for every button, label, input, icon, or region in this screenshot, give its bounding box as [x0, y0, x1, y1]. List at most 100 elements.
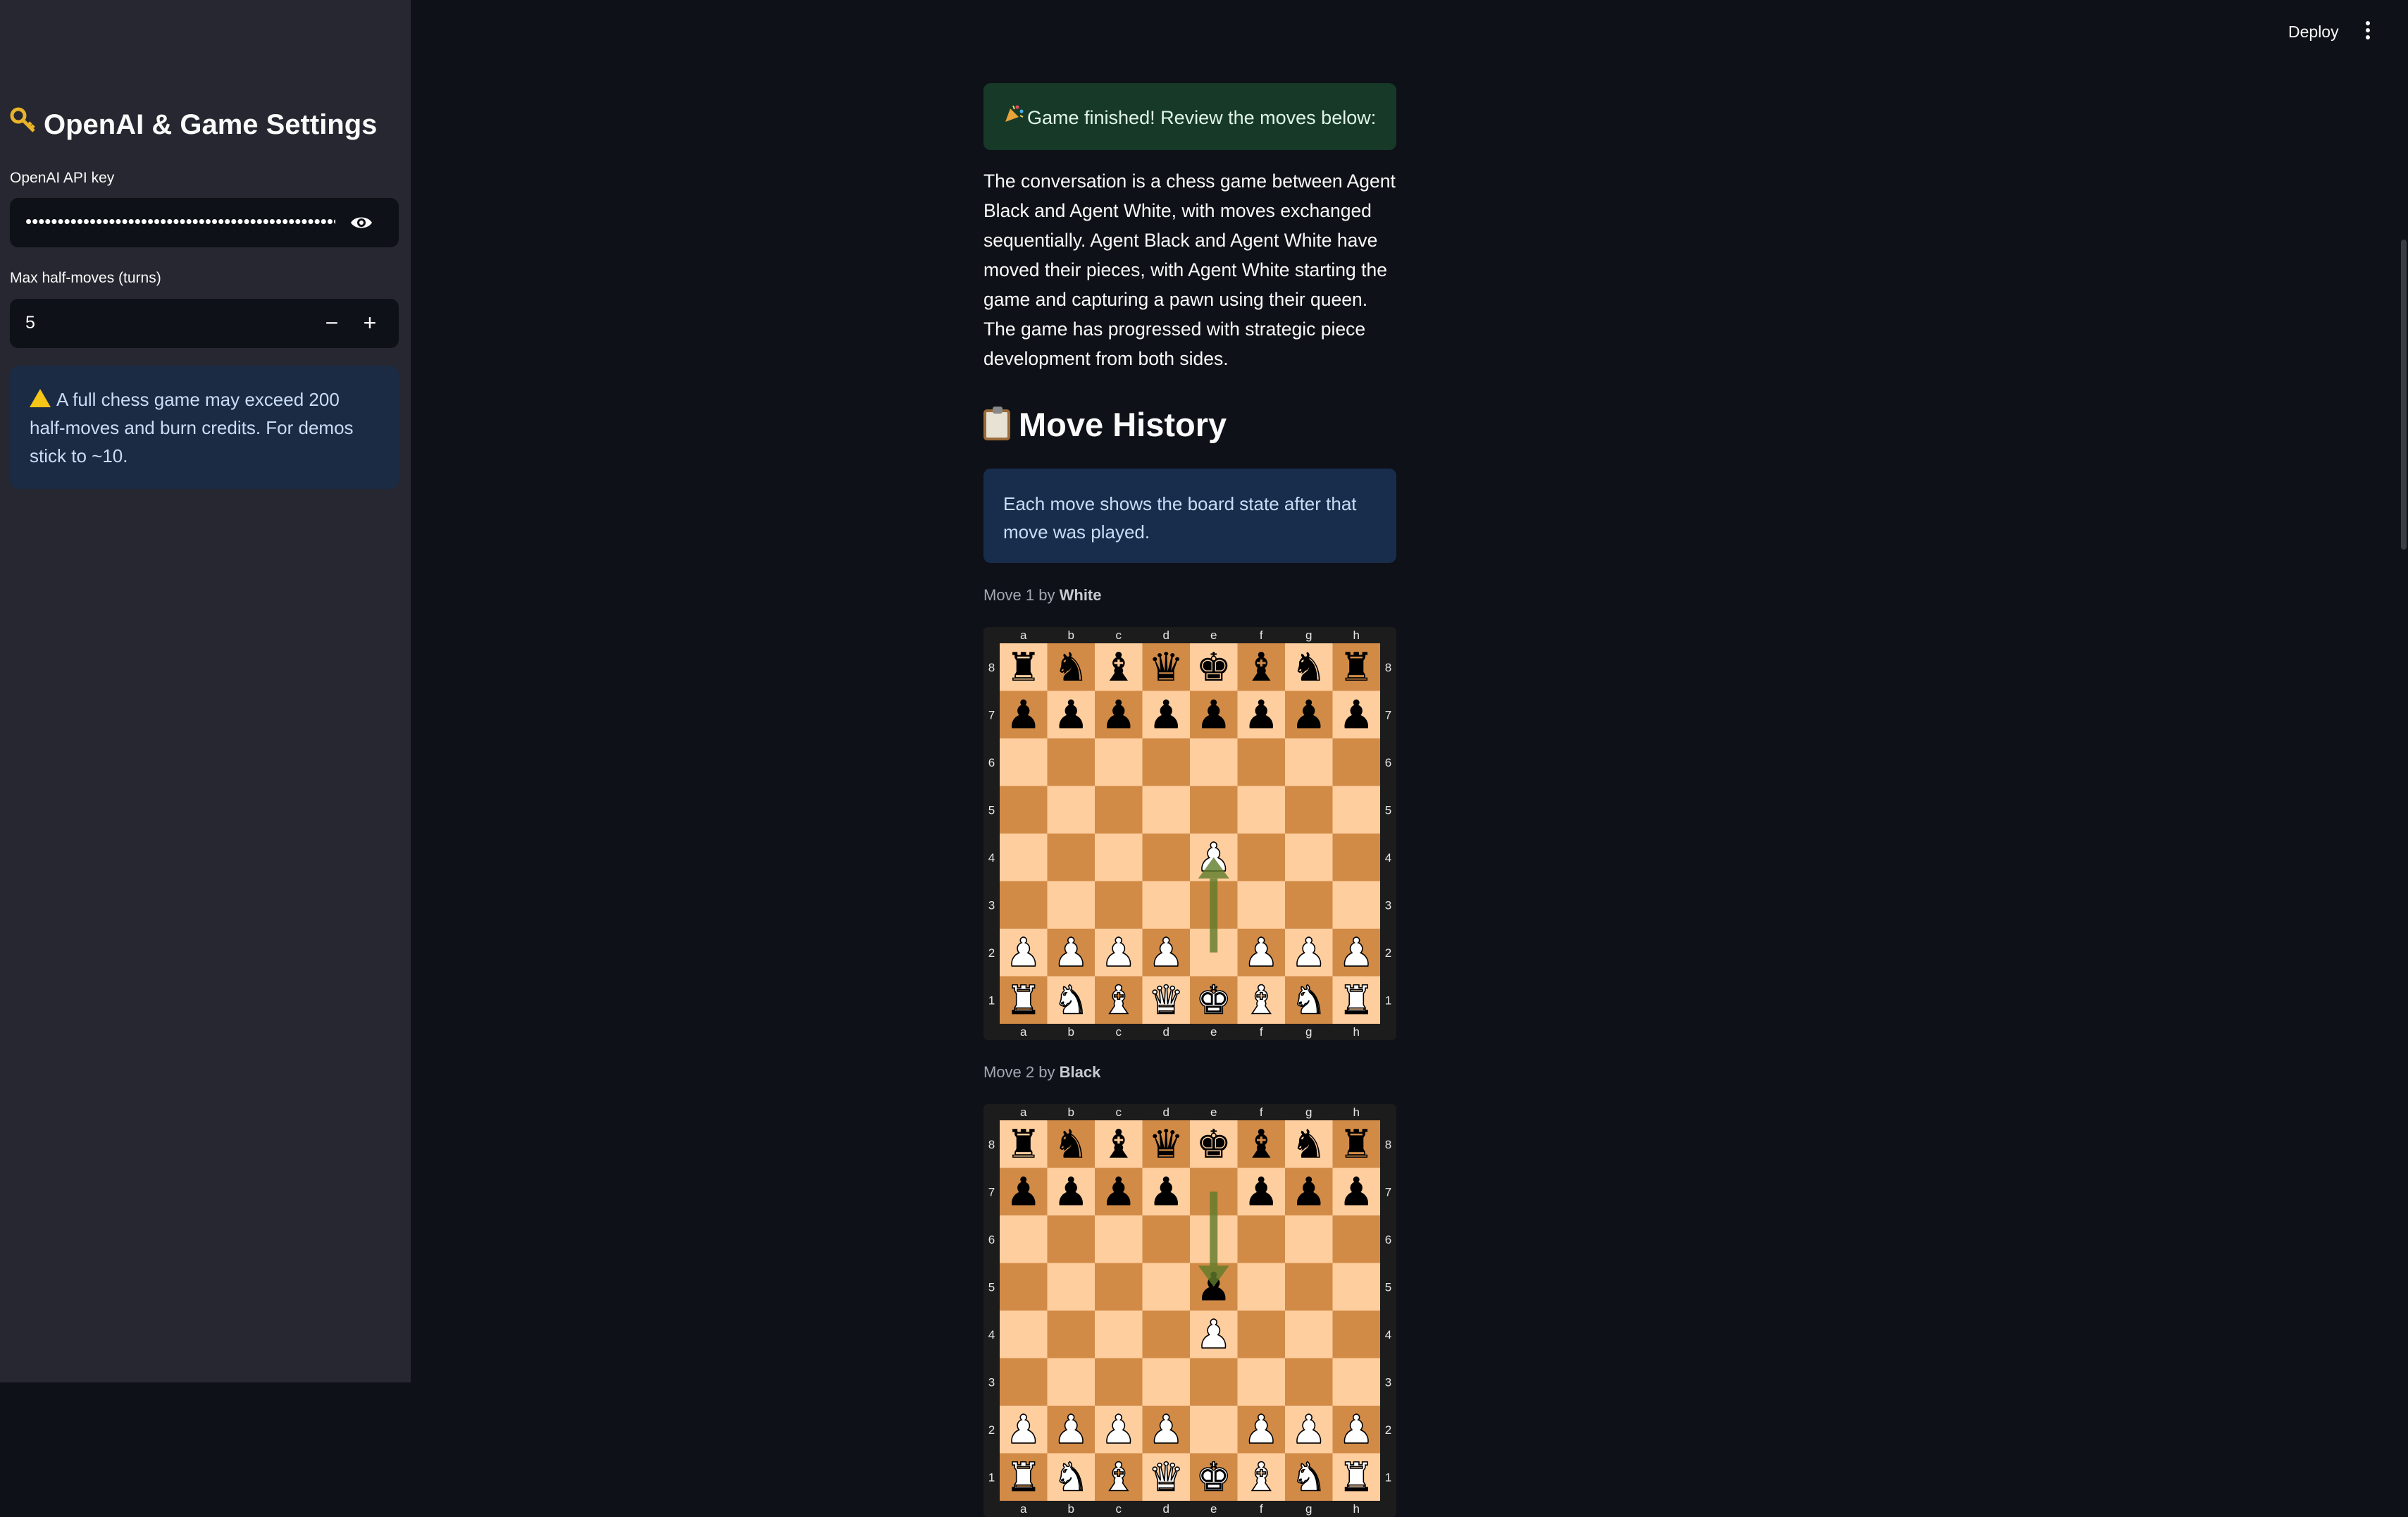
board-square [1095, 1358, 1143, 1406]
black-knight-piece: ♞ [1053, 1122, 1088, 1168]
file-label: e [1210, 1106, 1217, 1119]
white-rook-piece: ♜ [1006, 977, 1041, 1023]
move-caption-prefix: Move 1 by [983, 586, 1060, 604]
board-square [1190, 1406, 1238, 1454]
rank-label: 5 [1385, 803, 1391, 817]
black-pawn-piece: ♟ [1339, 1169, 1374, 1215]
board-square [1000, 1263, 1048, 1311]
max-moves-value[interactable]: 5 [25, 313, 35, 333]
rank-label: 6 [988, 756, 995, 769]
warning-icon [30, 389, 51, 407]
white-pawn-piece: ♟ [1339, 1407, 1374, 1453]
board-square [1237, 738, 1285, 786]
section-title: Move History [983, 405, 1227, 444]
board-square [1095, 738, 1143, 786]
file-label: h [1353, 1025, 1360, 1039]
file-label: h [1353, 1502, 1360, 1516]
file-label: e [1210, 1025, 1217, 1039]
chess-board: a a b b c c d d e e f f g g h h 8 8 7 7 6 6 5 5 4 4 3 3 2 2 1 1 ♜ ♞ ♝ ♛ ♚ ♝ ♞ ♜… [983, 627, 1396, 1040]
scrollbar[interactable] [2401, 240, 2407, 550]
board-square [1285, 1358, 1333, 1406]
kebab-menu-icon[interactable] [2364, 21, 2372, 42]
increment-button[interactable]: + [352, 306, 387, 341]
api-key-input[interactable]: ••••••••••••••••••••••••••••••••••••••••… [10, 198, 399, 247]
board-square [1237, 881, 1285, 929]
file-label: b [1068, 1502, 1074, 1516]
file-label: c [1116, 1502, 1122, 1516]
rank-label: 8 [1385, 661, 1391, 674]
file-label: f [1260, 1025, 1263, 1039]
white-pawn-piece: ♟ [1148, 930, 1184, 976]
white-pawn-piece: ♟ [1339, 930, 1374, 976]
board-square [1047, 834, 1095, 881]
file-label: d [1163, 629, 1169, 642]
board-square [1237, 786, 1285, 834]
max-moves-input[interactable]: 5 − + [10, 299, 399, 348]
key-icon [10, 106, 44, 141]
board-square [1000, 738, 1048, 786]
black-rook-piece: ♜ [1339, 645, 1374, 691]
move-caption: Move 1 by White [983, 586, 1102, 605]
info-alert: Each move shows the board state after th… [983, 469, 1396, 563]
white-king-piece: ♚ [1196, 1454, 1231, 1500]
white-pawn-piece: ♟ [1148, 1407, 1184, 1453]
file-label: a [1020, 629, 1027, 642]
rank-label: 8 [988, 1138, 995, 1151]
rank-label: 2 [1385, 946, 1391, 960]
board-square [1142, 834, 1190, 881]
board-square [1142, 1215, 1190, 1263]
file-label: d [1163, 1106, 1169, 1119]
white-pawn-piece: ♟ [1291, 1407, 1327, 1453]
file-label: b [1068, 629, 1074, 642]
board-square [1047, 786, 1095, 834]
section-title-text: Move History [1019, 406, 1227, 443]
file-label: d [1163, 1502, 1169, 1516]
white-king-piece: ♚ [1196, 977, 1231, 1023]
board-square [1285, 1263, 1333, 1311]
board-square [1095, 881, 1143, 929]
eye-icon[interactable] [349, 211, 373, 234]
board-square [1142, 1263, 1190, 1311]
black-pawn-piece: ♟ [1101, 1169, 1136, 1215]
board-square [1237, 1263, 1285, 1311]
board-square [1332, 1311, 1380, 1358]
board-square [1047, 1358, 1095, 1406]
deploy-button[interactable]: Deploy [2288, 23, 2339, 42]
black-pawn-piece: ♟ [1243, 1169, 1279, 1215]
board-square [1000, 786, 1048, 834]
white-pawn-piece: ♟ [1101, 1407, 1136, 1453]
rank-label: 7 [988, 1185, 995, 1199]
board-square [1285, 786, 1333, 834]
white-pawn-piece: ♟ [1243, 1407, 1279, 1453]
rank-label: 7 [988, 708, 995, 722]
board-square [1142, 738, 1190, 786]
board-square [1047, 1311, 1095, 1358]
board-square [1332, 738, 1380, 786]
rank-label: 2 [988, 946, 995, 960]
success-text: Game finished! Review the moves below: [1027, 107, 1377, 128]
sidebar-title: OpenAI & Game Settings [10, 106, 404, 141]
black-king-piece: ♚ [1196, 1122, 1231, 1168]
board-square [1000, 1358, 1048, 1406]
decrement-button[interactable]: − [314, 306, 349, 341]
white-pawn-piece: ♟ [1101, 930, 1136, 976]
move-caption: Move 2 by Black [983, 1063, 1100, 1082]
black-queen-piece: ♛ [1148, 645, 1184, 691]
black-pawn-piece: ♟ [1291, 1169, 1327, 1215]
board-square [1237, 1311, 1285, 1358]
move-player: White [1059, 586, 1102, 604]
black-pawn-piece: ♟ [1148, 1169, 1184, 1215]
white-pawn-piece: ♟ [1053, 930, 1088, 976]
board-square [1000, 834, 1048, 881]
board-square [1142, 881, 1190, 929]
rank-label: 4 [988, 851, 995, 865]
black-pawn-piece: ♟ [1006, 692, 1041, 738]
white-rook-piece: ♜ [1339, 977, 1374, 1023]
success-alert: Game finished! Review the moves below: [983, 83, 1396, 150]
api-key-value[interactable]: ••••••••••••••••••••••••••••••••••••••••… [25, 211, 335, 233]
black-bishop-piece: ♝ [1101, 1122, 1136, 1168]
white-pawn-piece: ♟ [1291, 930, 1327, 976]
file-label: c [1116, 1106, 1122, 1119]
white-pawn-piece: ♟ [1006, 930, 1041, 976]
board-square [1237, 1358, 1285, 1406]
